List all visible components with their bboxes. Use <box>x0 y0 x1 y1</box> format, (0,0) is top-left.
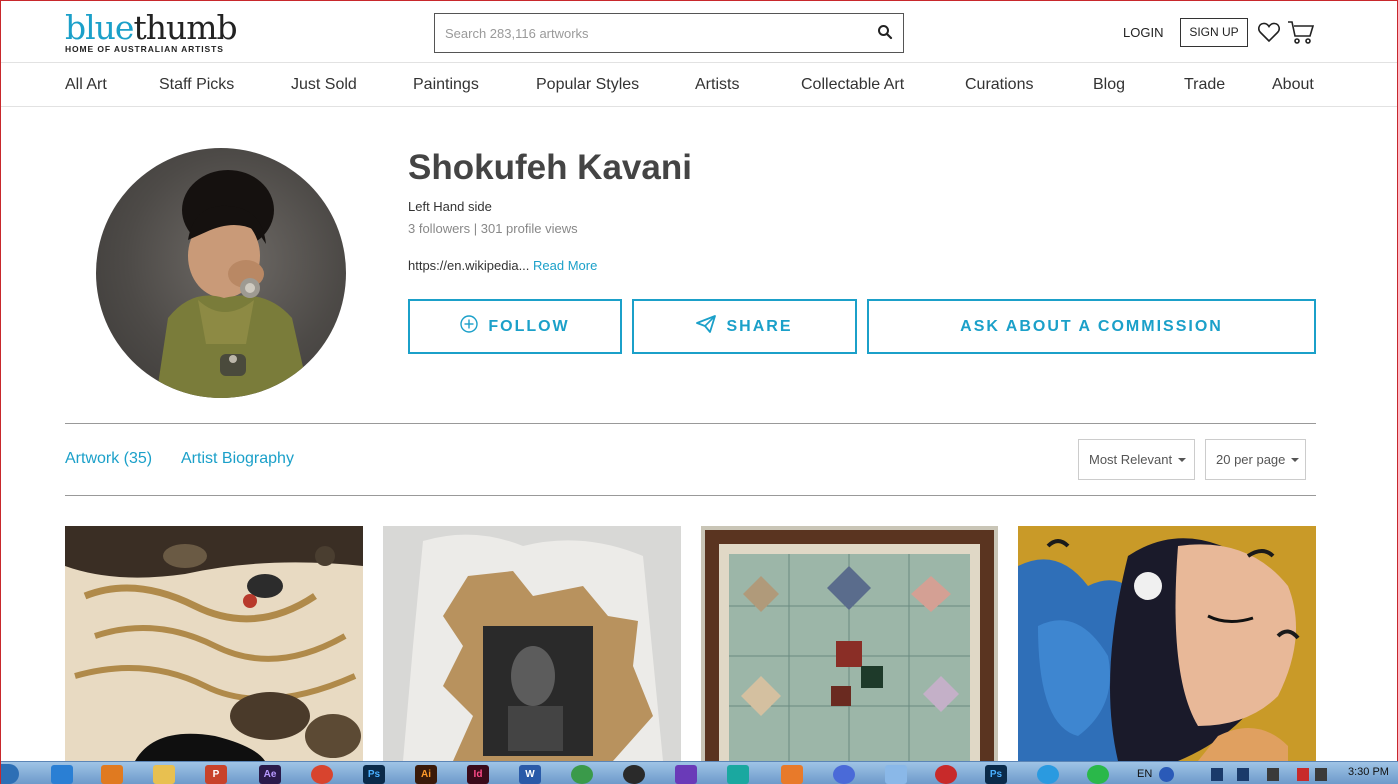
notepad-icon[interactable] <box>885 765 907 784</box>
indesign-icon[interactable]: Id <box>467 765 489 784</box>
after-effects-icon[interactable]: Ae <box>259 765 281 784</box>
eye-icon[interactable] <box>935 765 957 784</box>
site-header: bluethumb HOME OF AUSTRALIAN ARTISTS LOG… <box>1 1 1397 63</box>
artwork-thumbnail <box>65 526 363 761</box>
illustrator-icon[interactable]: Ai <box>415 765 437 784</box>
bio-snippet: https://en.wikipedia... <box>408 258 530 273</box>
nav-blog[interactable]: Blog <box>1093 76 1125 94</box>
ask-commission-button[interactable]: ASK ABOUT A COMMISSION <box>867 299 1316 354</box>
nav-just-sold[interactable]: Just Sold <box>291 76 357 94</box>
artwork-card[interactable] <box>701 526 998 761</box>
ie-icon[interactable] <box>51 765 73 784</box>
heart-icon[interactable] <box>1257 21 1281 48</box>
chevron-down-icon <box>1291 457 1300 462</box>
sort-select[interactable]: Most Relevant <box>1078 439 1195 480</box>
login-link[interactable]: LOGIN <box>1123 25 1163 40</box>
plus-circle-icon <box>460 315 479 338</box>
followers-count: 3 followers <box>408 221 471 236</box>
media-player-icon[interactable] <box>101 765 123 784</box>
stats-separator: | <box>470 221 481 236</box>
obs-icon[interactable] <box>623 765 645 784</box>
artist-avatar <box>96 148 346 398</box>
nav-artists[interactable]: Artists <box>695 76 739 94</box>
chart-app-icon[interactable] <box>781 765 803 784</box>
atom-icon[interactable] <box>833 765 855 784</box>
filmora-icon[interactable] <box>727 765 749 784</box>
photoshop-icon[interactable]: Ps <box>363 765 385 784</box>
nav-collectable-art[interactable]: Collectable Art <box>801 76 904 94</box>
chrome-icon[interactable] <box>311 765 333 784</box>
nav-paintings[interactable]: Paintings <box>413 76 479 94</box>
logo-part-thumb: thumb <box>133 8 237 47</box>
search-box <box>434 13 904 53</box>
nav-all-art[interactable]: All Art <box>65 76 107 94</box>
clock[interactable]: 3:30 PM <box>1348 766 1389 778</box>
cart-icon[interactable] <box>1287 19 1315 50</box>
artwork-card[interactable] <box>383 526 681 761</box>
nav-staff-picks[interactable]: Staff Picks <box>159 76 234 94</box>
logo-part-blue: blue <box>65 8 134 47</box>
artwork-thumbnail <box>383 526 681 761</box>
tray-icons[interactable] <box>1211 768 1331 781</box>
divider-top <box>65 423 1316 424</box>
word-icon[interactable]: W <box>519 765 541 784</box>
logo-wordmark: bluethumb <box>65 11 238 44</box>
follow-label: FOLLOW <box>488 317 570 335</box>
artwork-card[interactable] <box>1018 526 1316 761</box>
artist-name: Shokufeh Kavani <box>408 148 692 187</box>
nav-popular-styles[interactable]: Popular Styles <box>536 76 639 94</box>
share-button[interactable]: SHARE <box>632 299 857 354</box>
share-label: SHARE <box>726 317 793 335</box>
artwork-card[interactable] <box>65 526 363 761</box>
paper-plane-icon <box>696 315 717 338</box>
profile-views-count: 301 profile views <box>480 221 578 236</box>
recycle-icon[interactable] <box>571 765 593 784</box>
folder-icon[interactable] <box>153 765 175 784</box>
per-page-select-value: 20 per page <box>1216 452 1286 467</box>
artist-stats: 3 followers | 301 profile views <box>408 221 578 236</box>
search-input[interactable] <box>435 14 855 52</box>
per-page-select[interactable]: 20 per page <box>1205 439 1306 480</box>
tab-artist-biography[interactable]: Artist Biography <box>181 450 294 468</box>
help-icon[interactable] <box>1159 767 1174 782</box>
tab-artwork[interactable]: Artwork (35) <box>65 450 152 468</box>
whatsapp-icon[interactable] <box>1087 765 1109 784</box>
photoshop-icon-2[interactable]: Ps <box>985 765 1007 784</box>
artist-location: Left Hand side <box>408 199 492 214</box>
visual-studio-icon[interactable] <box>675 765 697 784</box>
chevron-down-icon <box>1178 457 1187 462</box>
nav-trade[interactable]: Trade <box>1184 76 1225 94</box>
artist-bio: https://en.wikipedia... Read More <box>408 258 597 273</box>
follow-button[interactable]: FOLLOW <box>408 299 622 354</box>
bluethumb-logo[interactable]: bluethumb HOME OF AUSTRALIAN ARTISTS <box>65 11 238 54</box>
search-icon[interactable] <box>877 24 895 42</box>
signup-button[interactable]: SIGN UP <box>1180 18 1248 47</box>
divider-bottom <box>65 495 1316 496</box>
read-more-link[interactable]: Read More <box>533 258 597 273</box>
telegram-icon[interactable] <box>1037 765 1059 784</box>
main-nav: All Art Staff Picks Just Sold Paintings … <box>1 63 1397 107</box>
artwork-thumbnail <box>1018 526 1316 761</box>
artwork-thumbnail <box>701 526 998 761</box>
language-indicator[interactable]: EN <box>1137 768 1152 780</box>
windows-taskbar: P Ae Ps Ai Id W Ps EN 3:30 PM <box>1 761 1398 784</box>
nav-about[interactable]: About <box>1272 76 1314 94</box>
sort-select-value: Most Relevant <box>1089 452 1173 467</box>
logo-tagline: HOME OF AUSTRALIAN ARTISTS <box>65 44 224 54</box>
powerpoint-icon[interactable]: P <box>205 765 227 784</box>
nav-curations[interactable]: Curations <box>965 76 1033 94</box>
start-button[interactable] <box>1 764 19 784</box>
